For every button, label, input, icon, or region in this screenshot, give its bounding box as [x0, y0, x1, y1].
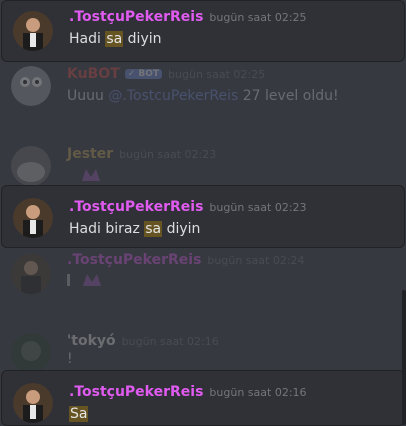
message-timestamp: bugün saat 02:23 [209, 201, 307, 214]
message-timestamp: bugün saat 02:25 [209, 11, 307, 24]
message-author[interactable]: .TostçuPekerReis bugün saat 02:16 [69, 384, 307, 400]
scrollbar[interactable] [402, 290, 406, 425]
user-mention[interactable]: @.TostcuPekerReis [108, 88, 238, 104]
message-content: Hadi biraz sa diyin [69, 221, 201, 237]
message-author[interactable]: KuBOT ✓ BOT bugün saat 02:25 [67, 66, 265, 82]
message: Jester bugün saat 02:23 [0, 140, 406, 187]
message-author[interactable]: 'tokyó bugün saat 02:16 [67, 333, 219, 349]
message-timestamp: bugün saat 02:16 [209, 386, 307, 399]
emoji [67, 272, 103, 292]
message: KuBOT ✓ BOT bugün saat 02:25 Uuuu @.Tostcu… [0, 62, 406, 122]
message-highlighted: .TostçuPekerReis bugün saat 02:23 Hadi bi… [1, 185, 405, 248]
message-author[interactable]: .TostçuPekerReis bugün saat 02:23 [69, 199, 307, 215]
keyword-highlight: sa [105, 31, 124, 47]
message: .TostçuPekerReis bugün saat 02:24 [0, 248, 406, 298]
message-timestamp: bugün saat 02:24 [207, 254, 305, 267]
message-highlighted: .TostçuPekerReis bugün saat 02:16 Sa [1, 370, 405, 426]
message-content: Uuuu @.TostcuPekerReis 27 level oldu! [67, 88, 339, 104]
emoji [80, 167, 102, 187]
message-timestamp: bugün saat 02:25 [168, 68, 266, 81]
message-content: Sa [69, 406, 89, 422]
message-author[interactable]: Jester bugün saat 02:23 [67, 146, 216, 162]
message: 'tokyó bugün saat 02:16 ! [0, 325, 406, 373]
message-timestamp: bugün saat 02:16 [121, 335, 219, 348]
avatar[interactable] [13, 383, 53, 423]
message-highlighted: .TostçuPekerReis bugün saat 02:25 Hadi sa… [1, 0, 405, 62]
avatar[interactable] [11, 146, 51, 186]
message-content: Hadi sa diyin [69, 31, 162, 47]
keyword-highlight: sa [144, 221, 163, 237]
avatar[interactable] [13, 11, 53, 51]
avatar[interactable] [13, 198, 53, 238]
message-author[interactable]: .TostçuPekerReis bugün saat 02:24 [67, 252, 305, 268]
message-author[interactable]: .TostçuPekerReis bugün saat 02:25 [69, 9, 307, 25]
message-content: ! [67, 351, 73, 367]
bot-tag: ✓ BOT [124, 69, 163, 79]
avatar[interactable] [11, 66, 51, 106]
keyword-highlight: Sa [69, 406, 89, 422]
message-timestamp: bugün saat 02:23 [119, 148, 217, 161]
avatar[interactable] [11, 254, 51, 294]
avatar[interactable] [11, 333, 51, 373]
